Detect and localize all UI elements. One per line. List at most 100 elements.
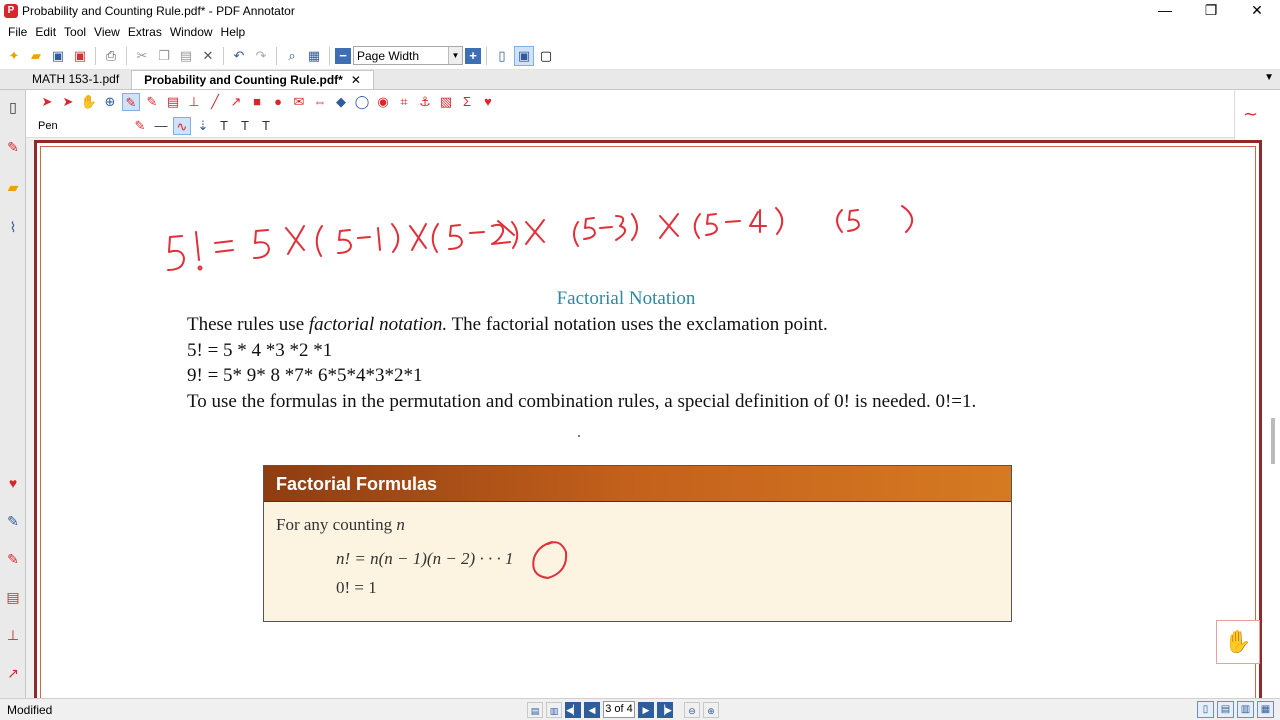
close-window-button[interactable]: ✕ xyxy=(1234,0,1280,22)
lasso-tool-icon[interactable]: ◯ xyxy=(353,93,371,111)
menu-tool[interactable]: Tool xyxy=(60,25,90,39)
page-list-icon[interactable]: ▤ xyxy=(527,701,543,718)
last-page-icon[interactable]: ▕▶ xyxy=(657,701,673,718)
text-segment: These rules use xyxy=(187,314,309,335)
full-screen-icon[interactable]: ▢ xyxy=(536,46,556,66)
text-format-icon[interactable]: T xyxy=(215,117,233,135)
touch-hand-icon[interactable]: ✋ xyxy=(1216,620,1260,664)
paragraph-line-4: To use the formulas in the permutation a… xyxy=(187,391,977,412)
line-width-icon[interactable]: — xyxy=(152,117,170,135)
left-side-panel: ▯ ✎ ▰ ⌇ ♥ ✎ ✎ ▤ ⊥ ↗ xyxy=(0,90,26,698)
zoom-in-button[interactable]: + xyxy=(465,47,481,64)
view-mode-buttons: ▯ ▤ ▥ ▦ xyxy=(1197,701,1274,718)
previous-page-icon[interactable]: ◀ xyxy=(584,701,600,718)
arrow-tool-icon[interactable]: ↗ xyxy=(227,93,245,111)
text-tool-icon[interactable]: ▤ xyxy=(164,93,182,111)
zoom-tool-icon[interactable]: ⊕ xyxy=(101,93,119,111)
camera-tool-icon[interactable]: ◉ xyxy=(374,93,392,111)
tab-label: Probability and Counting Rule.pdf* xyxy=(144,73,343,87)
zoom-out-button[interactable]: − xyxy=(335,47,351,64)
open-folder-icon[interactable]: ▰ xyxy=(26,46,46,66)
page-number-field[interactable]: 3 of 4 xyxy=(603,701,635,718)
two-page-continuous-icon[interactable]: ▦ xyxy=(1257,701,1274,718)
two-page-mode-icon[interactable]: ▥ xyxy=(1237,701,1254,718)
print-icon[interactable]: ⎙ xyxy=(101,46,121,66)
favorites-heart-icon[interactable]: ♥ xyxy=(4,474,22,492)
continuous-mode-icon[interactable]: ▤ xyxy=(1217,701,1234,718)
page-options-icon[interactable]: ▥ xyxy=(546,701,562,718)
tab-list-icon[interactable]: ▼ xyxy=(1264,72,1274,83)
text-underline-icon[interactable]: T xyxy=(236,117,254,135)
new-document-icon[interactable]: ✦ xyxy=(4,46,24,66)
stamp-icon[interactable]: ⊥ xyxy=(4,626,22,644)
smooth-stroke-icon[interactable]: ∿ xyxy=(173,116,191,135)
link-tool-icon[interactable]: ⚓ xyxy=(416,93,434,111)
favorites-icon[interactable]: ♥ xyxy=(479,93,497,111)
undo-icon[interactable]: ↶ xyxy=(229,46,249,66)
zoom-value: Page Width xyxy=(357,48,420,63)
eraser-tool-icon[interactable]: ◆ xyxy=(332,93,350,111)
minimize-button[interactable]: — xyxy=(1142,0,1188,22)
tool-options-toolbar: Pen ✎ — ∿ ⇣ T T T xyxy=(26,114,1234,138)
first-page-icon[interactable]: ◀▏ xyxy=(565,701,581,718)
save-icon[interactable]: ▣ xyxy=(48,46,68,66)
next-page-icon[interactable]: ▶ xyxy=(638,701,654,718)
save-as-icon[interactable]: ▣ xyxy=(70,46,90,66)
arrow-icon[interactable]: ↗ xyxy=(4,664,22,682)
text-strike-icon[interactable]: T xyxy=(257,117,275,135)
menu-view[interactable]: View xyxy=(90,25,124,39)
current-tool-label: Pen xyxy=(38,119,58,132)
tab-math-153[interactable]: MATH 153-1.pdf xyxy=(20,70,131,89)
text-box-icon[interactable]: ▤ xyxy=(4,588,22,606)
text-select-icon[interactable]: ➤ xyxy=(59,93,77,111)
image-tool-icon[interactable]: ▧ xyxy=(437,93,455,111)
pen-color-icon[interactable]: ✎ xyxy=(131,117,149,135)
page-options-icon[interactable]: ▦ xyxy=(304,46,324,66)
delete-icon[interactable]: ✕ xyxy=(198,46,218,66)
sum-tool-icon[interactable]: Σ xyxy=(458,93,476,111)
marker-icon[interactable]: ✎ xyxy=(4,550,22,568)
rectangle-tool-icon[interactable]: ■ xyxy=(248,93,266,111)
fit-page-icon[interactable]: ▣ xyxy=(514,45,534,66)
back-icon[interactable]: ⊖ xyxy=(684,701,700,718)
pen-tool-icon[interactable]: ✎ xyxy=(122,93,140,111)
vertical-scrollbar[interactable] xyxy=(1271,418,1275,464)
copy-icon[interactable]: ❐ xyxy=(154,46,174,66)
single-page-view-icon[interactable]: ▯ xyxy=(492,46,512,66)
ellipse-tool-icon[interactable]: ● xyxy=(269,93,287,111)
single-page-mode-icon[interactable]: ▯ xyxy=(1197,701,1214,718)
tab-close-icon[interactable]: ✕ xyxy=(351,73,361,87)
redo-icon[interactable]: ↷ xyxy=(251,46,271,66)
crop-tool-icon[interactable]: ⌗ xyxy=(395,93,413,111)
menu-edit[interactable]: Edit xyxy=(31,25,60,39)
marker-tool-icon[interactable]: ✎ xyxy=(143,93,161,111)
mail-tool-icon[interactable]: ✉ xyxy=(290,93,308,111)
tab-probability-counting[interactable]: Probability and Counting Rule.pdf* ✕ xyxy=(131,70,374,89)
stamp-tool-icon[interactable]: ⊥ xyxy=(185,93,203,111)
annotation-pen-icon[interactable]: ✎ xyxy=(4,138,22,156)
hand-tool-icon[interactable]: ✋ xyxy=(80,93,98,111)
measure-tool-icon[interactable]: ⇔ xyxy=(311,93,329,111)
paragraph-line-3: 9! = 5* 9* 8 *7* 6*5*4*3*2*1 xyxy=(187,365,423,386)
window-title: Probability and Counting Rule.pdf* - PDF… xyxy=(22,4,295,18)
menu-window[interactable]: Window xyxy=(166,25,217,39)
attachment-icon[interactable]: ⌇ xyxy=(4,218,22,236)
cut-icon[interactable]: ✂ xyxy=(132,46,152,66)
page-thumbnail-icon[interactable]: ▯ xyxy=(4,98,22,116)
find-icon[interactable]: ⌕ xyxy=(282,46,302,66)
forward-icon[interactable]: ⊕ xyxy=(703,701,719,718)
formula-intro: For any counting n xyxy=(276,515,405,535)
paste-icon[interactable]: ▤ xyxy=(176,46,196,66)
highlighter-icon[interactable]: ✎ xyxy=(4,512,22,530)
line-tool-icon[interactable]: ╱ xyxy=(206,93,224,111)
notes-icon[interactable]: ▰ xyxy=(4,178,22,196)
select-arrow-icon[interactable]: ➤ xyxy=(38,93,56,111)
emphasis-text: factorial notation. xyxy=(308,314,448,335)
menu-help[interactable]: Help xyxy=(217,25,250,39)
zoom-select[interactable]: Page Width ▼ xyxy=(353,46,463,65)
menu-extras[interactable]: Extras xyxy=(124,25,166,39)
maximize-button[interactable]: ❐ xyxy=(1188,0,1234,22)
menu-file[interactable]: File xyxy=(4,25,31,39)
ink-options-icon[interactable]: ⇣ xyxy=(194,117,212,135)
pen-preview-icon[interactable]: ∼ xyxy=(1243,104,1273,124)
